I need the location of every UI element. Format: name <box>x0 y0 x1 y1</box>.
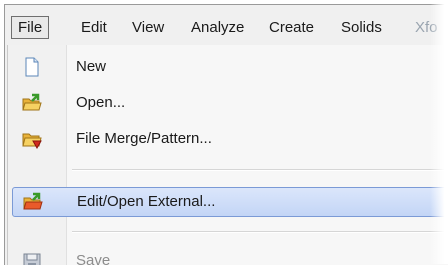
menu-item-new[interactable]: New <box>8 53 448 81</box>
menu-item-file-merge-pattern[interactable]: File Merge/Pattern... <box>8 125 448 153</box>
file-menu-dropdown: New Open... File Merge/Pattern... Edit/O… <box>7 45 448 265</box>
menu-analyze[interactable]: Analyze <box>191 19 244 36</box>
menu-item-edit-open-external[interactable]: Edit/Open External... <box>12 187 448 217</box>
application-window: File Edit View Analyze Create Solids Xfo… <box>4 4 448 265</box>
open-external-icon <box>23 192 43 212</box>
menu-bar: File Edit View Analyze Create Solids Xfo <box>5 5 448 45</box>
menu-item-open[interactable]: Open... <box>8 89 448 117</box>
open-folder-icon <box>22 93 42 113</box>
menu-edit[interactable]: Edit <box>81 19 107 36</box>
menu-file[interactable]: File <box>11 16 50 39</box>
torn-edge <box>430 0 448 264</box>
menu-create[interactable]: Create <box>269 19 314 36</box>
menu-view[interactable]: View <box>132 19 164 36</box>
new-document-icon <box>22 57 42 77</box>
save-disk-icon <box>22 251 42 265</box>
menu-solids[interactable]: Solids <box>341 19 382 36</box>
menu-item-save[interactable]: Save <box>8 247 448 265</box>
menu-separator <box>72 231 448 233</box>
menu-separator <box>72 169 448 171</box>
folder-merge-icon <box>22 129 42 150</box>
